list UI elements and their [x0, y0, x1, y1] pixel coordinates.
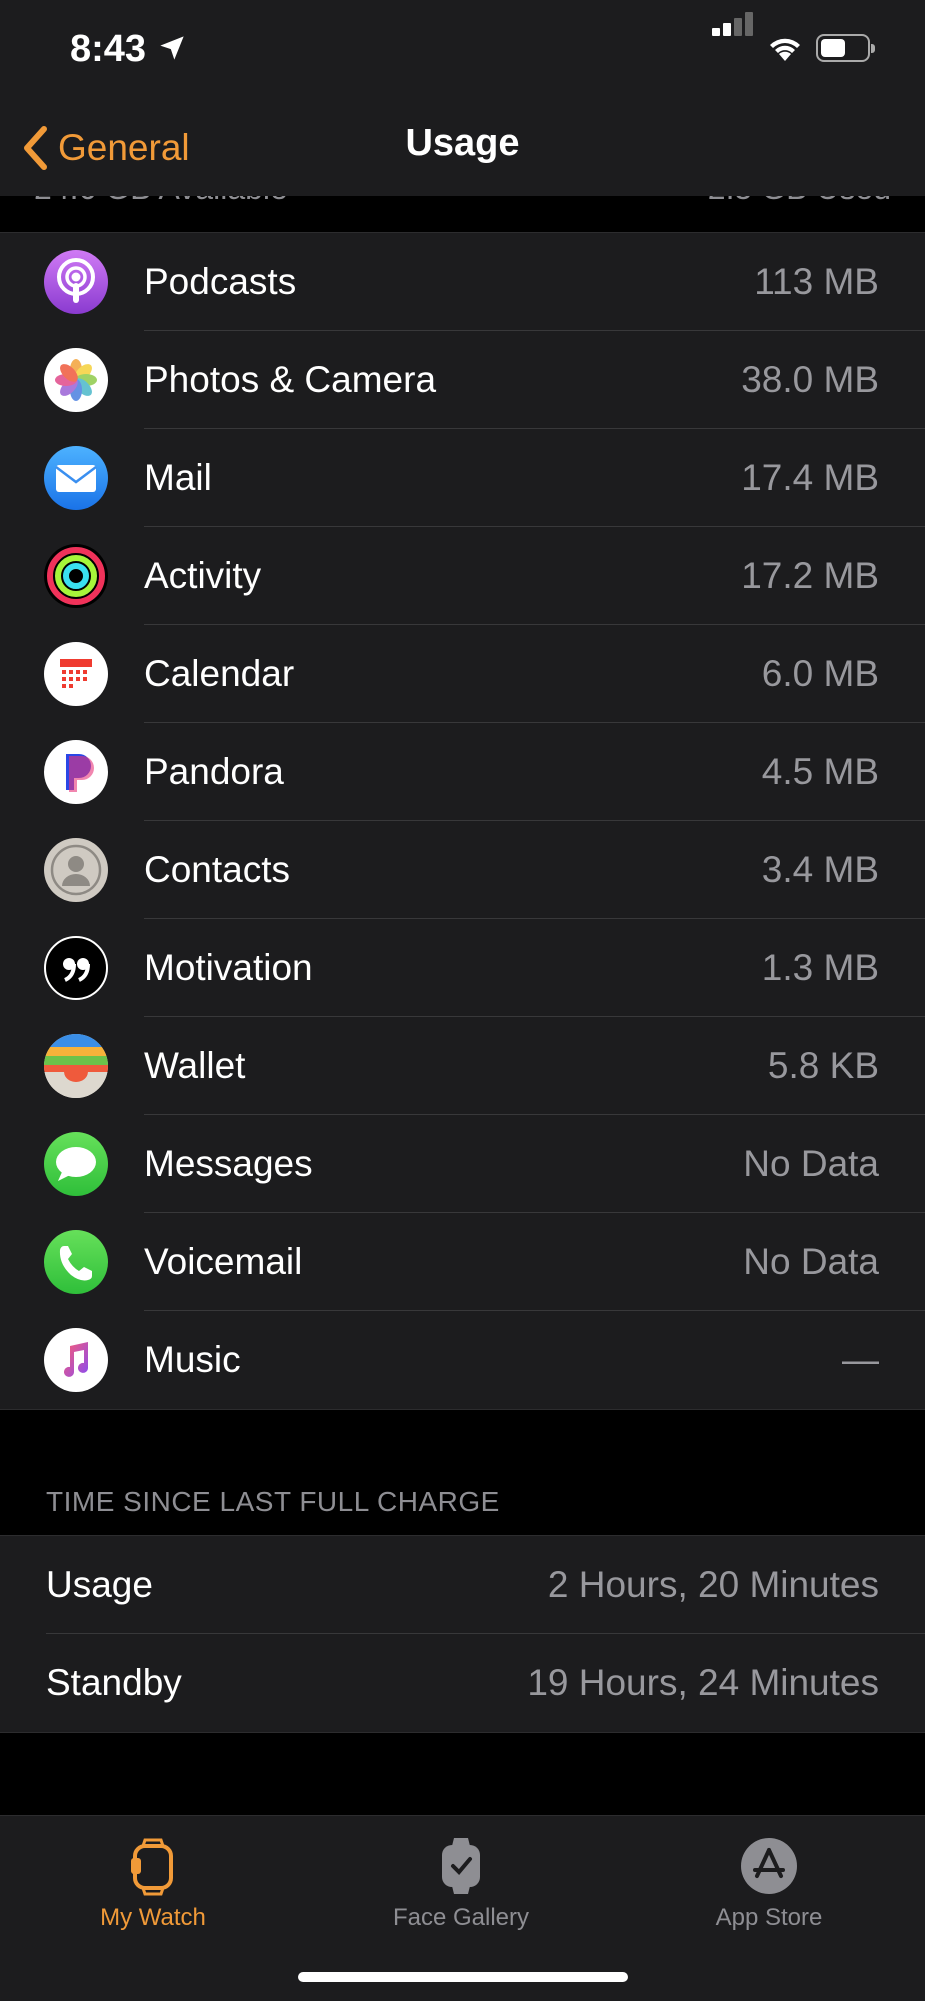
pandora-icon	[44, 740, 108, 804]
tab-face-gallery[interactable]: Face Gallery	[311, 1836, 611, 1932]
list-item[interactable]: Calendar 6.0 MB	[0, 625, 925, 723]
voicemail-icon	[44, 1230, 108, 1294]
list-item[interactable]: Podcasts 113 MB	[0, 233, 925, 331]
tab-label: App Store	[715, 1904, 823, 1931]
app-size: 3.4 MB	[761, 849, 879, 890]
home-indicator[interactable]	[298, 1972, 628, 1982]
location-arrow-icon	[160, 36, 184, 60]
music-icon	[44, 1328, 108, 1392]
standby-label: Standby	[46, 1662, 182, 1703]
app-size: 6.0 MB	[761, 653, 879, 694]
list-item[interactable]: Mail 17.4 MB	[0, 429, 925, 527]
tab-app-store[interactable]: App Store	[619, 1836, 919, 1932]
list-item[interactable]: Messages No Data	[0, 1115, 925, 1213]
list-item[interactable]: Motivation 1.3 MB	[0, 919, 925, 1017]
app-size: 5.8 KB	[767, 1045, 879, 1086]
tab-label: Face Gallery	[392, 1904, 530, 1931]
list-item[interactable]: Voicemail No Data	[0, 1213, 925, 1311]
watch-icon	[131, 1838, 173, 1896]
list-item[interactable]: Activity 17.2 MB	[0, 527, 925, 625]
list-item[interactable]: Photos & Camera 38.0 MB	[0, 331, 925, 429]
app-size: 38.0 MB	[741, 359, 879, 400]
app-size: 113 MB	[754, 261, 879, 302]
standby-value: 19 Hours, 24 Minutes	[527, 1662, 879, 1703]
list-item[interactable]: Pandora 4.5 MB	[0, 723, 925, 821]
calendar-icon	[44, 642, 108, 706]
mail-icon	[44, 446, 108, 510]
app-name: Calendar	[144, 653, 295, 694]
app-name: Music	[144, 1339, 241, 1380]
storage-summary: 24.6 GB Available 2.5 GB Used	[0, 196, 925, 232]
app-name: Wallet	[144, 1045, 246, 1086]
navigation-bar: General Usage	[0, 100, 925, 196]
podcasts-icon	[44, 250, 108, 314]
activity-icon	[44, 544, 108, 608]
storage-used: 2.5 GB Used	[708, 196, 891, 207]
list-item[interactable]: Music —	[0, 1311, 925, 1409]
usage-value: 2 Hours, 20 Minutes	[547, 1564, 879, 1605]
motivation-icon	[44, 936, 108, 1000]
usage-row: Usage 2 Hours, 20 Minutes	[0, 1536, 925, 1634]
wifi-icon	[770, 38, 800, 61]
list-item[interactable]: Wallet 5.8 KB	[0, 1017, 925, 1115]
app-size: 1.3 MB	[761, 947, 879, 988]
app-size: 17.4 MB	[741, 457, 879, 498]
contacts-icon	[44, 838, 108, 902]
app-size: 17.2 MB	[741, 555, 879, 596]
app-size: No Data	[743, 1241, 879, 1282]
app-store-icon	[741, 1838, 797, 1894]
standby-row: Standby 19 Hours, 24 Minutes	[0, 1634, 925, 1732]
app-size: —	[842, 1339, 879, 1380]
app-name: Motivation	[144, 947, 313, 988]
app-name: Contacts	[144, 849, 291, 890]
battery-icon	[816, 34, 875, 62]
list-item[interactable]: Contacts 3.4 MB	[0, 821, 925, 919]
usage-label: Usage	[46, 1564, 153, 1605]
messages-icon	[44, 1132, 108, 1196]
page-title: Usage	[405, 122, 520, 164]
app-name: Photos & Camera	[144, 359, 437, 400]
charge-stats-list: Usage 2 Hours, 20 Minutes Standby 19 Hou…	[0, 1535, 925, 1733]
app-name: Mail	[144, 457, 212, 498]
status-bar: 8:43	[0, 0, 925, 100]
wallet-icon	[44, 1034, 108, 1098]
app-size: 4.5 MB	[761, 751, 879, 792]
app-usage-list: Podcasts 113 MB Photos & Camera 38.0 MB	[0, 232, 925, 1410]
app-name: Activity	[144, 555, 262, 596]
storage-available: 24.6 GB Available	[34, 196, 288, 207]
face-gallery-icon	[442, 1838, 480, 1894]
app-size: No Data	[743, 1143, 879, 1184]
tab-my-watch[interactable]: My Watch	[3, 1836, 303, 1932]
app-name: Voicemail	[144, 1241, 303, 1282]
charge-section-title: TIME SINCE LAST FULL CHARGE	[46, 1486, 500, 1517]
photos-icon	[44, 348, 108, 412]
status-time: 8:43	[70, 28, 147, 70]
tab-label: My Watch	[100, 1904, 206, 1931]
app-name: Pandora	[144, 751, 284, 792]
app-name: Messages	[144, 1143, 313, 1184]
app-name: Podcasts	[144, 261, 297, 302]
